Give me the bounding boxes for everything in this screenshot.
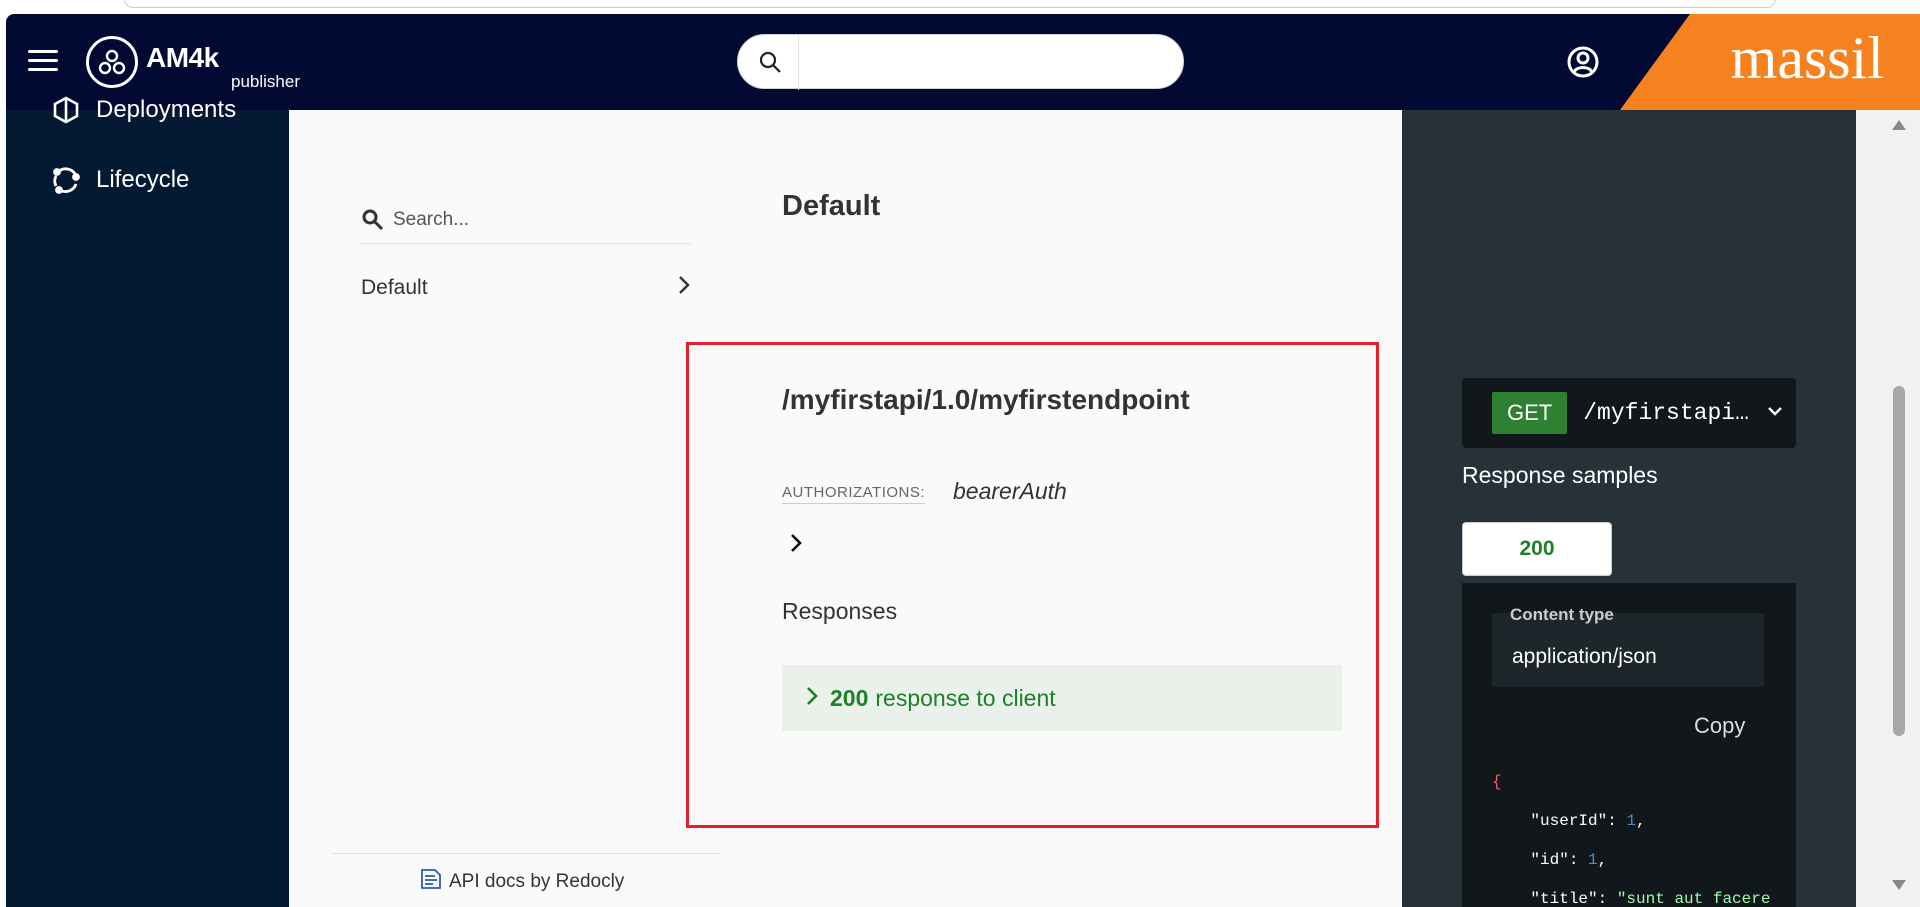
app-window: AM4k publisher massil Deployments Lifecy… <box>0 0 1920 907</box>
footer-divider <box>331 853 721 854</box>
chevron-right-icon <box>677 274 691 302</box>
response-code: 200 <box>830 684 869 711</box>
browser-address-bar[interactable] <box>124 0 1776 8</box>
logo-text: AM4k <box>146 42 219 73</box>
menu-item-label: Default <box>361 276 428 299</box>
global-search-input[interactable] <box>804 43 1164 81</box>
json-value: "sunt aut facere <box>1616 890 1771 907</box>
redoc-menu-item-default[interactable]: Default <box>361 268 691 308</box>
hamburger-menu-icon[interactable] <box>28 50 58 72</box>
right-panel: GET /myfirstapi/1.0/myfirstendpoint Resp… <box>1402 110 1856 907</box>
redoc-main: Default Default /myfirstapi/1.0/myfirste… <box>289 110 1402 907</box>
page-scrollbar[interactable] <box>1856 110 1920 907</box>
scroll-up-arrow-icon[interactable] <box>1892 120 1906 130</box>
redoc-search[interactable] <box>361 200 691 244</box>
endpoint-path: /myfirstapi/1.0/myfirstendpoint <box>1583 400 1759 426</box>
endpoint-selector[interactable]: GET /myfirstapi/1.0/myfirstendpoint <box>1462 378 1796 448</box>
browser-strip <box>0 0 1920 14</box>
json-value: 1 <box>1626 812 1637 830</box>
response-samples-title: Response samples <box>1462 462 1658 488</box>
http-method-badge: GET <box>1492 392 1568 434</box>
operation-path: /myfirstapi/1.0/myfirstendpoint <box>782 384 1190 415</box>
responses-title: Responses <box>782 598 898 624</box>
deployments-icon <box>50 94 82 126</box>
authorization-value[interactable]: bearerAuth <box>953 478 1067 505</box>
content-type-value: application/json <box>1512 645 1657 668</box>
chevron-down-icon <box>1767 404 1783 422</box>
am4k-logo-icon <box>86 36 138 88</box>
top-header: AM4k publisher massil <box>6 14 1920 110</box>
footer-credit-text: API docs by Redocly <box>449 871 625 892</box>
redocly-logo-icon <box>419 867 443 897</box>
content-type-label: Content type <box>1510 605 1614 624</box>
search-icon[interactable] <box>758 50 782 79</box>
json-brace: { <box>1492 773 1502 791</box>
json-sample: { "userId": 1, "id": 1, "title": "sunt a… <box>1492 773 1771 907</box>
response-200-row[interactable]: 200 response to client <box>782 665 1342 731</box>
lifecycle-icon <box>50 164 82 196</box>
response-sample-body: application/json Content type Copy { "us… <box>1462 583 1796 907</box>
logo-subtitle: publisher <box>231 72 300 91</box>
sidebar-item-lifecycle[interactable]: Lifecycle <box>50 164 189 196</box>
scroll-thumb[interactable] <box>1893 386 1905 736</box>
redoc-search-input[interactable] <box>393 204 683 236</box>
sidebar-item-label: Lifecycle <box>96 166 190 193</box>
sidebar-item-label: Deployments <box>96 96 237 123</box>
json-key: "title" <box>1530 890 1598 907</box>
copy-button[interactable]: Copy <box>1694 713 1745 739</box>
response-description: response to client <box>875 684 1056 711</box>
search-divider <box>798 35 799 90</box>
brand-logo-text: massil <box>1730 25 1884 91</box>
redocly-credit-link[interactable]: API docs by Redocly <box>419 867 624 897</box>
user-account-icon[interactable] <box>1566 45 1600 79</box>
scroll-down-arrow-icon[interactable] <box>1892 880 1906 890</box>
tab-200[interactable]: 200 <box>1462 522 1612 576</box>
json-value: 1 <box>1588 851 1598 869</box>
section-title: Default <box>782 190 881 222</box>
global-search[interactable] <box>737 34 1184 90</box>
json-key: "userId" <box>1530 812 1608 830</box>
json-key: "id" <box>1530 851 1569 869</box>
chevron-right-icon <box>806 685 818 712</box>
authorizations-label: AUTHORIZATIONS: <box>782 484 926 504</box>
left-sidebar: Deployments Lifecycle <box>6 96 289 907</box>
chevron-right-icon[interactable] <box>789 532 803 559</box>
search-icon <box>361 208 385 237</box>
sidebar-item-deployments[interactable]: Deployments <box>50 94 236 126</box>
